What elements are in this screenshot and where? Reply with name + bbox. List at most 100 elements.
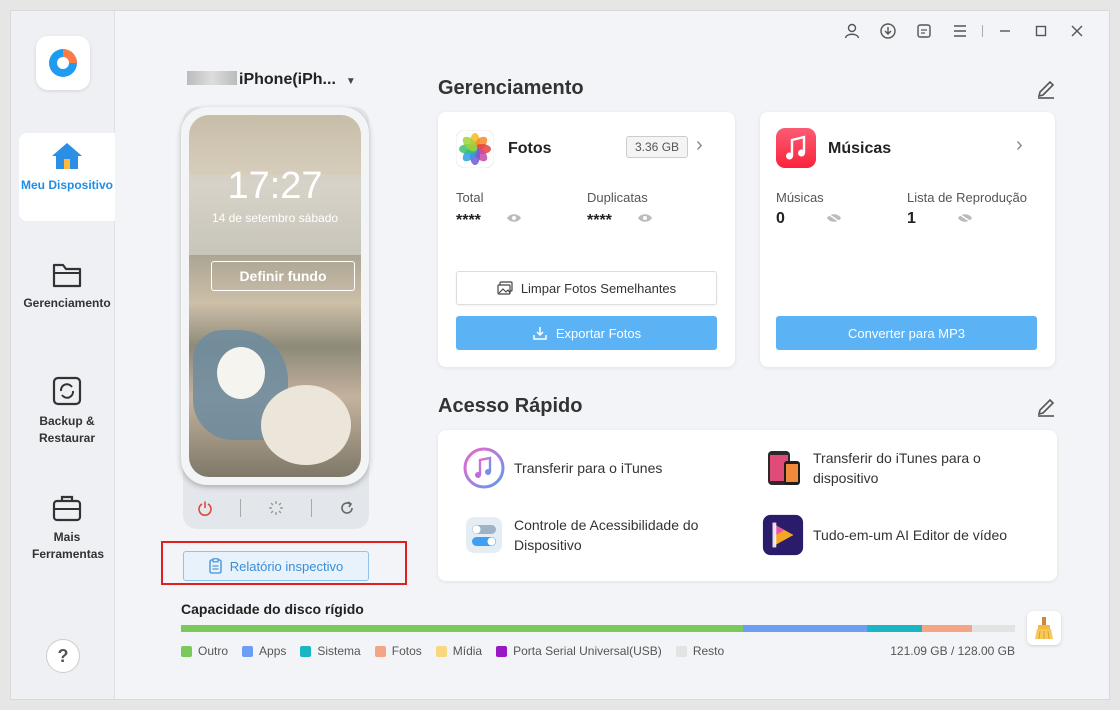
legend-label: Sistema bbox=[317, 644, 361, 658]
sidebar-item-more-tools[interactable]: Mais Ferramentas bbox=[19, 493, 115, 563]
management-title: Gerenciamento bbox=[438, 77, 584, 99]
export-photos-label: Exportar Fotos bbox=[555, 325, 642, 341]
phone-controls bbox=[183, 495, 369, 521]
music-card: Músicas › Músicas 0 Lista de Reprodução … bbox=[760, 112, 1055, 367]
legend-label: Mídia bbox=[452, 644, 483, 658]
image-icon bbox=[497, 281, 513, 295]
sidebar-item-management[interactable]: Gerenciamento bbox=[19, 261, 115, 312]
wallpaper-detail bbox=[217, 347, 265, 399]
backup-icon bbox=[52, 376, 82, 406]
chevron-down-icon: ▼ bbox=[345, 76, 356, 87]
download-button[interactable] bbox=[870, 21, 906, 41]
songs-label: Músicas bbox=[776, 190, 824, 205]
help-button[interactable]: ? bbox=[46, 639, 80, 673]
phone-transfer-icon bbox=[761, 446, 805, 490]
refresh-icon[interactable] bbox=[339, 500, 355, 516]
maximize-icon bbox=[1035, 25, 1047, 37]
clean-photos-label: Limpar Fotos Semelhantes bbox=[520, 280, 677, 296]
eye-icon[interactable] bbox=[637, 213, 653, 223]
legend-item: Outro bbox=[181, 644, 228, 658]
playlist-label: Lista de Reprodução bbox=[907, 190, 1027, 205]
eye-hidden-icon[interactable] bbox=[957, 213, 973, 223]
close-button[interactable] bbox=[1059, 21, 1095, 41]
itunes-icon bbox=[462, 446, 506, 490]
disk-segment bbox=[743, 625, 867, 632]
help-icon: ? bbox=[57, 646, 69, 666]
export-photos-button[interactable]: Exportar Fotos bbox=[456, 316, 717, 350]
quick-item-label: Transferir para o iTunes bbox=[514, 460, 663, 476]
cleanup-button[interactable] bbox=[1027, 611, 1061, 645]
disk-legend: Outro Apps Sistema Fotos Mídia Porta Serial U… bbox=[181, 644, 738, 658]
edit-icon[interactable] bbox=[1035, 78, 1057, 100]
eye-icon[interactable] bbox=[506, 213, 522, 223]
quick-item-transfer-from-itunes[interactable]: Transferir do iTunes para o dispositivo bbox=[761, 446, 1031, 490]
photos-icon bbox=[456, 130, 494, 168]
legend-label: Outro bbox=[198, 644, 229, 658]
convert-mp3-label: Converter para MP3 bbox=[847, 325, 966, 341]
loading-icon[interactable] bbox=[268, 500, 284, 516]
photos-title: Fotos bbox=[508, 140, 552, 157]
device-name: iPhone(iPh... bbox=[239, 71, 336, 88]
legend-item: Resto bbox=[675, 644, 725, 658]
legend-swatch bbox=[374, 645, 386, 657]
set-wallpaper-button[interactable]: Definir fundo bbox=[211, 261, 355, 291]
legend-label: Resto bbox=[692, 644, 725, 658]
close-icon bbox=[1071, 25, 1083, 37]
menu-button[interactable] bbox=[942, 21, 978, 41]
legend-item: Apps bbox=[242, 644, 286, 658]
user-icon bbox=[844, 23, 860, 39]
legend-label: Apps bbox=[259, 644, 287, 658]
eye-hidden-icon[interactable] bbox=[826, 213, 842, 223]
menu-icon bbox=[954, 25, 966, 37]
maximize-button[interactable] bbox=[1023, 21, 1059, 41]
legend-swatch bbox=[300, 645, 312, 657]
legend-label: Porta Serial Universal(USB) bbox=[513, 644, 662, 658]
app-logo bbox=[36, 36, 90, 90]
edit-icon[interactable] bbox=[1035, 396, 1057, 418]
toggle-icon bbox=[462, 513, 506, 557]
chevron-right-icon[interactable]: › bbox=[1016, 134, 1023, 157]
minimize-button[interactable] bbox=[987, 21, 1023, 41]
sidebar: Meu Dispositivo Gerenciamento Backup & R… bbox=[11, 11, 115, 699]
music-title: Músicas bbox=[828, 140, 892, 157]
clean-similar-photos-button[interactable]: Limpar Fotos Semelhantes bbox=[456, 271, 717, 305]
control-separator bbox=[239, 499, 241, 517]
power-icon[interactable] bbox=[197, 500, 213, 516]
clipboard-icon bbox=[209, 558, 222, 574]
convert-mp3-button[interactable]: Converter para MP3 bbox=[776, 316, 1037, 350]
sidebar-item-backup[interactable]: Backup & Restaurar bbox=[19, 375, 115, 447]
legend-swatch bbox=[181, 645, 192, 657]
legend-swatch bbox=[242, 645, 254, 657]
broom-icon bbox=[1035, 617, 1053, 640]
disk-segment bbox=[181, 625, 744, 632]
quick-item-ai-video-editor[interactable]: Tudo-em-um AI Editor de vídeo bbox=[761, 513, 1031, 557]
disk-segment bbox=[866, 625, 922, 632]
disk-segment bbox=[972, 625, 1015, 632]
titlebar-separator bbox=[982, 25, 983, 37]
minimize-icon bbox=[1000, 30, 1010, 32]
chevron-right-icon[interactable]: › bbox=[696, 134, 703, 157]
account-button[interactable] bbox=[834, 21, 870, 41]
music-icon bbox=[776, 128, 816, 168]
quick-item-label: Transferir do iTunes para o dispositivo bbox=[813, 450, 981, 486]
phone-wallpaper: 17:27 14 de setembro sábado Definir fund… bbox=[189, 115, 361, 477]
control-separator bbox=[311, 499, 313, 517]
legend-item: Mídia bbox=[435, 644, 483, 658]
video-editor-icon bbox=[761, 513, 805, 557]
legend-item: Sistema bbox=[300, 644, 361, 658]
disk-segment bbox=[921, 625, 973, 632]
feedback-button[interactable] bbox=[906, 21, 942, 41]
title-bar bbox=[834, 21, 1095, 41]
sidebar-item-my-device[interactable]: Meu Dispositivo bbox=[19, 133, 115, 221]
quick-access-card: Transferir para o iTunes Transferir do i… bbox=[438, 430, 1057, 581]
quick-item-accessibility-control[interactable]: Controle de Acessibilidade do Dispositiv… bbox=[462, 513, 732, 557]
sidebar-item-label: Meu Dispositivo bbox=[20, 178, 113, 192]
photos-duplicates-value: **** bbox=[587, 212, 612, 229]
quick-item-transfer-to-itunes[interactable]: Transferir para o iTunes bbox=[462, 446, 732, 490]
photos-card: Fotos 3.36 GB › Total **** Duplicatas **… bbox=[438, 112, 735, 367]
disk-usage-bar bbox=[181, 625, 1015, 632]
legend-item: Fotos bbox=[374, 644, 422, 658]
device-selector[interactable]: iPhone(iPh... ▼ bbox=[187, 71, 356, 89]
inspection-report-button[interactable]: Relatório inspectivo bbox=[183, 551, 369, 581]
legend-swatch bbox=[675, 645, 687, 657]
